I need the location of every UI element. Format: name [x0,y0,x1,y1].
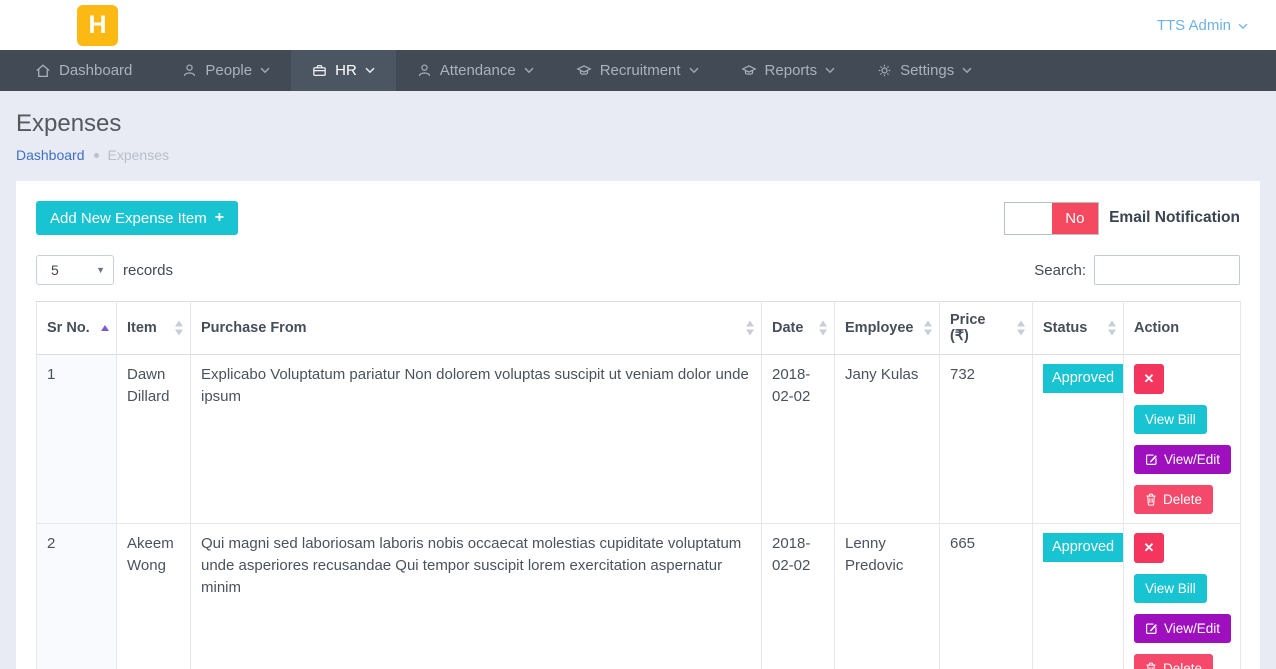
cell-price: 665 [940,524,1033,669]
trash-icon [1145,662,1157,669]
user-icon [417,63,432,78]
dismiss-button[interactable]: ✕ [1134,533,1164,563]
nav-item-attendance[interactable]: Attendance [396,50,555,91]
column-header-price[interactable]: Price (₹) [940,302,1033,355]
user-icon [182,63,197,78]
chevron-down-icon [524,67,534,74]
sort-icon [101,325,109,331]
sort-icon [1017,321,1025,336]
cap-icon [741,63,757,78]
chevron-down-icon [1238,17,1248,34]
table-header-row: Sr No.ItemPurchase FromDateEmployeePrice… [37,302,1241,355]
toggle-off-side [1005,203,1052,234]
gear-icon [877,63,892,78]
nav-item-settings[interactable]: Settings [856,50,993,91]
cap-icon [576,63,592,78]
page-title: Expenses [16,110,1260,138]
dismiss-button[interactable]: ✕ [1134,364,1164,394]
close-icon: ✕ [1144,540,1155,556]
cell-date: 2018-02-02 [762,524,835,669]
breadcrumb: Dashboard Expenses [16,147,1260,163]
cell-item: Akeem Wong [117,524,191,669]
expenses-card: Add New Expense Item + No Email Notifica… [16,181,1260,669]
trash-icon [1145,493,1157,506]
email-notification-label: Email Notification [1109,209,1240,227]
cell-purchase-from: Qui magni sed laboriosam laboris nobis o… [191,524,762,669]
view-edit-button[interactable]: View/Edit [1134,445,1231,474]
records-per-page-select[interactable]: 5 ▼ [36,255,114,285]
column-header-item[interactable]: Item [117,302,191,355]
user-menu-label: TTS Admin [1157,17,1231,34]
breadcrumb-separator [94,153,99,158]
view-bill-button[interactable]: View Bill [1134,405,1207,434]
email-notification-toggle[interactable]: No [1004,202,1099,235]
page-head: Expenses Dashboard Expenses [0,91,1276,163]
search-label: Search: [1034,262,1086,279]
cell-date: 2018-02-02 [762,355,835,524]
column-header-sr-no[interactable]: Sr No. [37,302,117,355]
main-nav: Dashboard People HR Attendance Recruitme… [0,50,1276,91]
sort-icon [819,321,827,336]
home-icon [35,63,51,79]
cell-item: Dawn Dillard [117,355,191,524]
sort-icon [924,321,932,336]
toggle-state-label: No [1052,203,1099,234]
breadcrumb-current: Expenses [108,147,169,163]
edit-icon [1145,622,1158,635]
chevron-down-icon [260,67,270,74]
briefcase-icon [312,63,327,78]
column-header-status[interactable]: Status [1033,302,1124,355]
nav-item-recruitment[interactable]: Recruitment [555,50,720,91]
column-header-employee[interactable]: Employee [835,302,940,355]
status-badge: Approved [1043,533,1123,562]
table-row: 1 Dawn Dillard Explicabo Voluptatum pari… [37,355,1241,524]
add-new-expense-button[interactable]: Add New Expense Item + [36,201,238,235]
status-badge: Approved [1043,364,1123,393]
expenses-table: Sr No.ItemPurchase FromDateEmployeePrice… [36,301,1241,669]
sort-icon [1108,321,1116,336]
nav-item-reports[interactable]: Reports [720,50,857,91]
chevron-down-icon [962,67,972,74]
cell-sr-no: 2 [37,524,117,669]
cell-employee: Lenny Predovic [835,524,940,669]
cell-price: 732 [940,355,1033,524]
records-label: records [123,262,173,279]
view-bill-button[interactable]: View Bill [1134,574,1207,603]
user-menu[interactable]: TTS Admin [1157,17,1248,34]
plus-icon: + [215,209,224,227]
chevron-down-icon [365,67,375,74]
nav-item-hr[interactable]: HR [291,50,396,91]
table-body: 1 Dawn Dillard Explicabo Voluptatum pari… [37,355,1241,669]
delete-button[interactable]: Delete [1134,485,1213,514]
view-edit-button[interactable]: View/Edit [1134,614,1231,643]
chevron-down-icon [689,67,699,74]
breadcrumb-dashboard-link[interactable]: Dashboard [16,147,85,163]
column-header-action: Action [1124,302,1241,355]
chevron-down-icon [825,67,835,74]
edit-icon [1145,453,1158,466]
column-header-date[interactable]: Date [762,302,835,355]
delete-button[interactable]: Delete [1134,654,1213,669]
search-input[interactable] [1094,255,1240,285]
cell-sr-no: 1 [37,355,117,524]
table-row: 2 Akeem Wong Qui magni sed laboriosam la… [37,524,1241,669]
cell-employee: Jany Kulas [835,355,940,524]
select-arrow-icon: ▼ [96,265,105,275]
top-bar: H TTS Admin [0,0,1276,50]
close-icon: ✕ [1144,371,1155,387]
column-header-purchase-from[interactable]: Purchase From [191,302,762,355]
nav-item-dashboard[interactable]: Dashboard [14,50,161,91]
sort-icon [175,321,183,336]
sort-icon [746,321,754,336]
nav-item-people[interactable]: People [161,50,291,91]
app-logo[interactable]: H [77,5,118,46]
cell-purchase-from: Explicabo Voluptatum pariatur Non dolore… [191,355,762,524]
